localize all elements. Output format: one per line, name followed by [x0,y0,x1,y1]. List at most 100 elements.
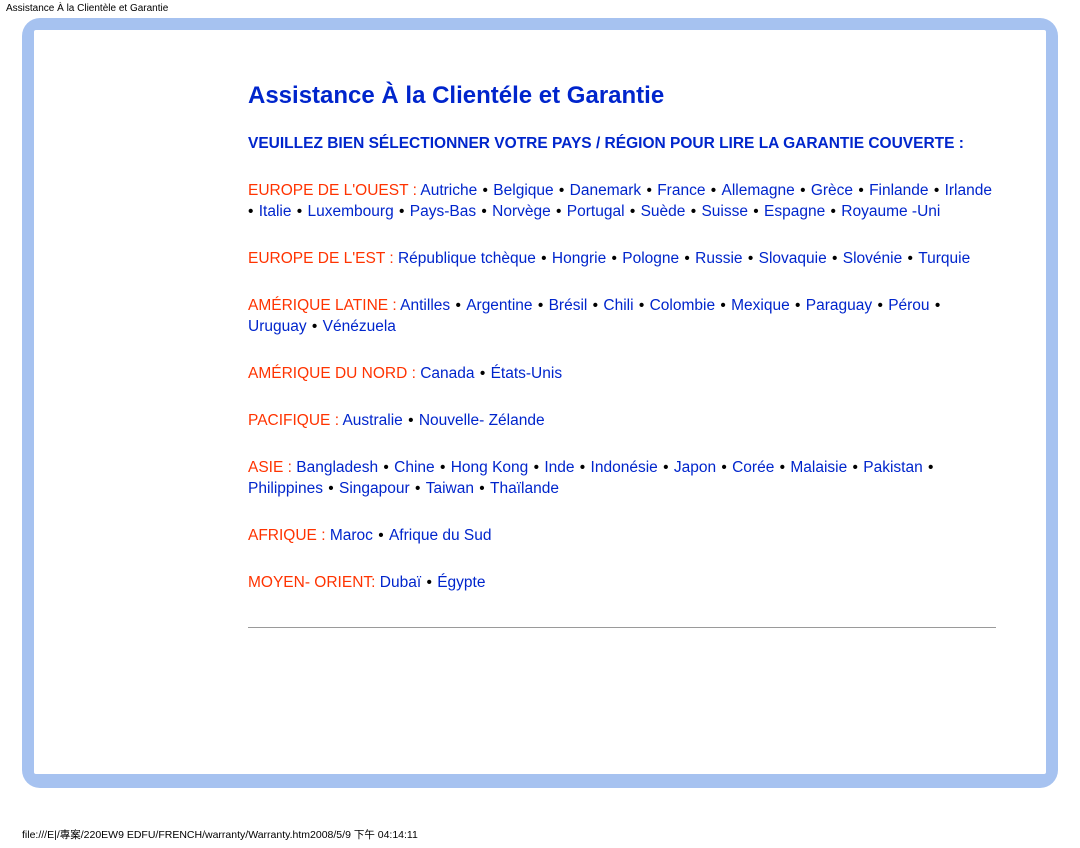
country-link[interactable]: Antilles [400,297,450,314]
country-link[interactable]: Japon [674,459,716,476]
bullet-separator: • [477,182,493,199]
country-link[interactable]: Argentine [466,297,532,314]
bullet-separator: • [575,459,591,476]
country-link[interactable]: Colombie [650,297,715,314]
country-link[interactable]: Turquie [918,250,970,267]
country-link[interactable]: Grèce [811,182,853,199]
country-link[interactable]: Corée [732,459,774,476]
content-area: Assistance À la Clientéle et Garantie VE… [248,80,996,636]
bullet-separator: • [606,250,622,267]
country-link[interactable]: Égypte [437,574,485,591]
bullet-separator: • [554,182,570,199]
region-block: AMÉRIQUE DU NORD : Canada • États-Unis [248,364,996,385]
country-link[interactable]: Vénézuela [323,318,396,335]
bullet-separator: • [373,527,389,544]
bullet-separator: • [790,297,806,314]
bullet-separator: • [641,182,657,199]
country-link[interactable]: France [657,182,705,199]
country-link[interactable]: Pakistan [863,459,922,476]
bullet-separator: • [450,297,466,314]
country-link[interactable]: Luxembourg [308,203,394,220]
country-link[interactable]: Dubaï [380,574,421,591]
country-link[interactable]: Afrique du Sud [389,527,492,544]
region-label: AMÉRIQUE LATINE : [248,297,400,314]
country-link[interactable]: Singapour [339,480,410,497]
country-link[interactable]: Espagne [764,203,825,220]
bullet-separator: • [394,203,410,220]
country-link[interactable]: République tchèque [398,250,536,267]
region-block: EUROPE DE L'EST : République tchèque • H… [248,249,996,270]
bullet-separator: • [410,480,426,497]
country-link[interactable]: Bangladesh [296,459,378,476]
country-link[interactable]: Italie [259,203,292,220]
country-link[interactable]: Slovénie [843,250,902,267]
country-link[interactable]: Finlande [869,182,928,199]
country-link[interactable]: Suède [641,203,686,220]
bullet-separator: • [551,203,567,220]
country-link[interactable]: États-Unis [491,365,563,382]
bullet-separator: • [435,459,451,476]
country-link[interactable]: Thaïlande [490,480,559,497]
bullet-separator: • [474,480,490,497]
country-link[interactable]: Chili [603,297,633,314]
country-link[interactable]: Autriche [420,182,477,199]
country-link[interactable]: Canada [420,365,474,382]
bullet-separator: • [528,459,544,476]
country-link[interactable]: Inde [544,459,574,476]
bullet-separator: • [421,574,437,591]
region-block: PACIFIQUE : Australie • Nouvelle- Zéland… [248,411,996,432]
country-link[interactable]: Indonésie [591,459,658,476]
country-link[interactable]: Philippines [248,480,323,497]
country-link[interactable]: Australie [342,412,402,429]
country-link[interactable]: Maroc [330,527,373,544]
bullet-separator: • [634,297,650,314]
country-link[interactable]: Russie [695,250,742,267]
country-link[interactable]: Nouvelle- Zélande [419,412,545,429]
bullet-separator: • [323,480,339,497]
bullet-separator: • [475,365,491,382]
country-link[interactable]: Pologne [622,250,679,267]
country-link[interactable]: Royaume -Uni [841,203,940,220]
country-link[interactable]: Pays-Bas [410,203,476,220]
country-link[interactable]: Chine [394,459,435,476]
region-label: PACIFIQUE : [248,412,342,429]
country-link[interactable]: Allemagne [722,182,795,199]
region-block: AFRIQUE : Maroc • Afrique du Sud [248,526,996,547]
bullet-separator: • [587,297,603,314]
region-label: MOYEN- ORIENT: [248,574,380,591]
country-link[interactable]: Mexique [731,297,790,314]
bullet-separator: • [715,297,731,314]
country-link[interactable]: Suisse [701,203,748,220]
country-link[interactable]: Portugal [567,203,625,220]
country-link[interactable]: Belgique [493,182,553,199]
bullet-separator: • [853,182,869,199]
bullet-separator: • [625,203,641,220]
country-link[interactable]: Danemark [570,182,642,199]
instruction-text: VEUILLEZ BIEN SÉLECTIONNER VOTRE PAYS / … [248,134,996,155]
country-link[interactable]: Hong Kong [451,459,529,476]
country-link[interactable]: Paraguay [806,297,872,314]
bullet-separator: • [658,459,674,476]
region-label: AMÉRIQUE DU NORD : [248,365,420,382]
region-label: EUROPE DE L'EST : [248,250,398,267]
bullet-separator: • [825,203,841,220]
country-link[interactable]: Uruguay [248,318,307,335]
content-panel: Assistance À la Clientéle et Garantie VE… [34,30,1046,774]
bullet-separator: • [827,250,843,267]
region-block: AMÉRIQUE LATINE : Antilles • Argentine •… [248,296,996,338]
country-link[interactable]: Irlande [945,182,992,199]
region-block: EUROPE DE L'OUEST : Autriche • Belgique … [248,181,996,223]
country-link[interactable]: Hongrie [552,250,606,267]
country-link[interactable]: Norvège [492,203,551,220]
country-link[interactable]: Malaisie [790,459,847,476]
bullet-separator: • [476,203,492,220]
country-link[interactable]: Brésil [549,297,588,314]
page-title-small: Assistance À la Clientèle et Garantie [6,3,168,14]
region-label: ASIE : [248,459,296,476]
region-block: ASIE : Bangladesh • Chine • Hong Kong • … [248,458,996,500]
footer-file-path: file:///E|/專案/220EW9 EDFU/FRENCH/warrant… [22,827,418,842]
country-link[interactable]: Slovaquie [759,250,827,267]
country-link[interactable]: Taiwan [426,480,474,497]
country-link[interactable]: Pérou [888,297,929,314]
regions-container: EUROPE DE L'OUEST : Autriche • Belgique … [248,181,996,593]
